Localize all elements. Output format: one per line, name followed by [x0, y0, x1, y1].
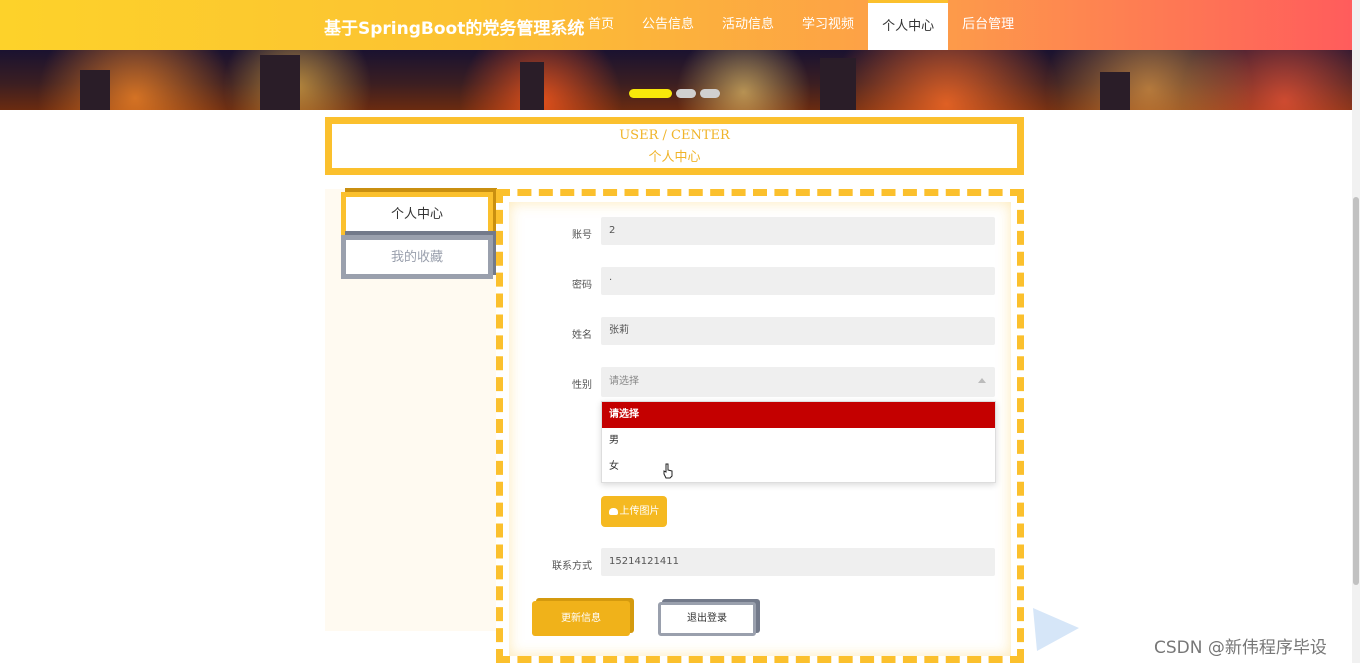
user-sidebar: 个人中心 我的收藏: [325, 189, 497, 631]
carousel-indicators: [629, 89, 720, 98]
nav-user-center[interactable]: 个人中心: [868, 0, 949, 50]
phone-input[interactable]: 15214121411: [601, 548, 995, 576]
gender-label: 性别: [572, 380, 592, 391]
name-label: 姓名: [572, 330, 592, 341]
gender-option-female[interactable]: 女: [602, 454, 995, 480]
gender-select[interactable]: 请选择: [601, 367, 995, 397]
gender-dropdown: 请选择 男 女: [601, 401, 996, 483]
nav-announcements[interactable]: 公告信息: [628, 0, 708, 50]
section-title-box: USER / CENTER 个人中心: [325, 117, 1024, 175]
building-silhouette: [820, 58, 856, 110]
update-info-button[interactable]: 更新信息: [532, 601, 630, 636]
building-silhouette: [80, 70, 110, 110]
city-night-image: [0, 50, 1352, 110]
nav-study-videos[interactable]: 学习视频: [788, 0, 868, 50]
password-input[interactable]: ·: [601, 267, 995, 295]
sidebar-item-favorites[interactable]: 我的收藏: [341, 235, 493, 279]
gender-option-placeholder[interactable]: 请选择: [602, 402, 995, 428]
scrollbar-thumb[interactable]: [1353, 197, 1359, 585]
upload-image-button[interactable]: 上传图片: [601, 496, 667, 527]
carousel-dot[interactable]: [700, 89, 720, 98]
gender-option-male[interactable]: 男: [602, 428, 995, 454]
phone-label: 联系方式: [552, 561, 592, 572]
chevron-up-icon: [978, 378, 986, 383]
csdn-watermark: CSDN @新伟程序毕设: [1154, 638, 1327, 658]
section-title-en: USER / CENTER: [619, 128, 730, 143]
nav-home[interactable]: 首页: [574, 0, 628, 50]
decorative-logo-shape: [1033, 608, 1079, 651]
nav-admin[interactable]: 后台管理: [948, 0, 1028, 50]
carousel-dot[interactable]: [629, 89, 672, 98]
banner-carousel: [0, 50, 1352, 110]
upload-image-label: 上传图片: [619, 506, 660, 517]
top-navbar: 基于SpringBoot的党务管理系统 首页 公告信息 活动信息 学习视频 个人…: [0, 0, 1352, 50]
site-title: 基于SpringBoot的党务管理系统: [324, 19, 585, 39]
building-silhouette: [520, 62, 544, 110]
account-input[interactable]: 2: [601, 217, 995, 245]
page-scrollbar[interactable]: [1352, 0, 1360, 663]
carousel-dot[interactable]: [676, 89, 696, 98]
gender-select-value: 请选择: [609, 376, 639, 387]
hand-cursor-icon: [663, 463, 673, 479]
building-silhouette: [260, 55, 300, 110]
cloud-upload-icon: [608, 507, 618, 515]
account-label: 账号: [572, 230, 592, 241]
section-title-cn: 个人中心: [648, 150, 701, 165]
name-input[interactable]: 张莉: [601, 317, 995, 345]
sidebar-item-user-center[interactable]: 个人中心: [341, 192, 493, 236]
password-label: 密码: [572, 280, 592, 291]
building-silhouette: [1100, 72, 1130, 110]
logout-button[interactable]: 退出登录: [658, 602, 756, 636]
nav-activities[interactable]: 活动信息: [708, 0, 788, 50]
main-nav: 首页 公告信息 活动信息 学习视频 个人中心 后台管理: [574, 0, 1028, 50]
